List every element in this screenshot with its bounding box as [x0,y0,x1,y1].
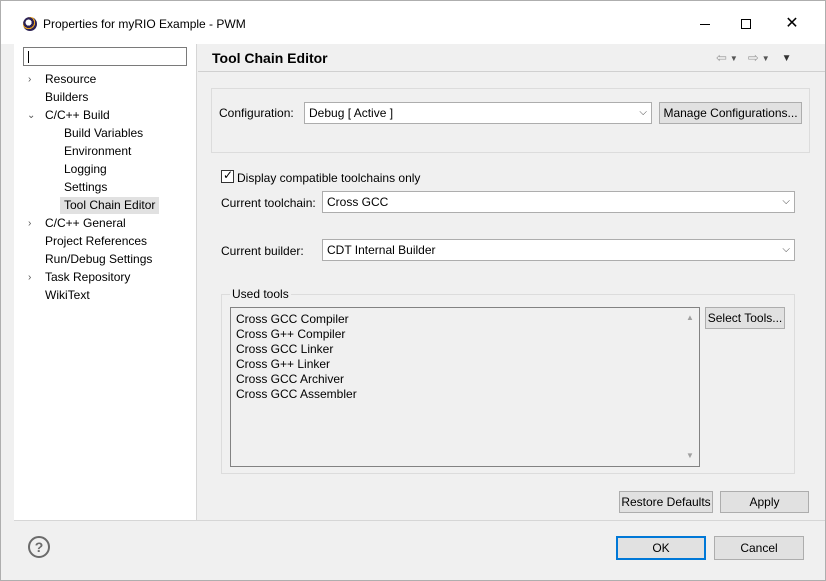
manage-configurations-button[interactable]: Manage Configurations... [659,102,802,124]
compatible-toolchains-label[interactable]: Display compatible toolchains only [237,171,420,185]
minimize-icon [700,23,710,25]
collapse-arrow-icon[interactable]: ⌄ [27,107,35,124]
tree-item-environment[interactable]: Environment [64,143,131,160]
window-title: Properties for myRIO Example - PWM [43,17,246,31]
current-builder-label: Current builder: [221,244,304,258]
used-tools-group: Used tools Cross GCC Compiler Cross G++ … [221,287,795,474]
chevron-down-icon: ⌵ [639,107,647,118]
checkmark-icon: ✓ [223,168,234,182]
configuration-group: Configuration: Debug [ Active ] ⌵ Manage… [211,88,810,153]
list-item[interactable]: Cross G++ Linker [236,357,330,372]
back-arrow-icon[interactable]: ⇦ [716,50,727,66]
minimize-button[interactable] [682,9,728,39]
forward-arrow-icon[interactable]: ⇨ [748,50,759,66]
back-dropdown-icon[interactable]: ▼ [730,54,738,63]
page-title: Tool Chain Editor [212,50,328,66]
page-navigation: ⇦ ▼ ⇨ ▼ ▼ [716,50,792,66]
list-item[interactable]: Cross GCC Archiver [236,372,344,387]
maximize-icon [741,19,751,29]
property-page-tree-panel: › Resource Builders ⌄ C/C++ Build Build … [14,44,197,520]
title-separator [198,71,825,72]
text-caret [28,51,29,63]
maximize-button[interactable] [723,9,769,39]
used-tools-list[interactable]: Cross GCC Compiler Cross G++ Compiler Cr… [230,307,700,467]
properties-dialog: Properties for myRIO Example - PWM ✕ › R… [0,0,826,581]
chevron-down-icon: ⌵ [782,196,790,207]
ok-button[interactable]: OK [616,536,706,560]
tree-item-tool-chain-editor[interactable]: Tool Chain Editor [60,197,160,214]
footer-separator [14,520,825,521]
list-item[interactable]: Cross GCC Compiler [236,312,349,327]
tree-item-resource[interactable]: Resource [45,71,96,88]
configuration-value: Debug [ Active ] [309,106,394,120]
scroll-up-icon[interactable]: ▲ [686,313,694,322]
current-builder-value: CDT Internal Builder [327,243,436,257]
tree-item-project-references[interactable]: Project References [45,233,147,250]
tree-item-logging[interactable]: Logging [64,161,107,178]
list-item[interactable]: Cross GCC Assembler [236,387,357,402]
current-toolchain-label: Current toolchain: [221,196,316,210]
eclipse-icon [23,17,37,31]
tree-item-wikitext[interactable]: WikiText [45,287,90,304]
expand-arrow-icon[interactable]: › [28,71,31,88]
tree-item-c-cpp-build[interactable]: C/C++ Build [45,107,110,124]
expand-arrow-icon[interactable]: › [28,269,31,286]
configuration-label: Configuration: [219,106,294,120]
help-icon[interactable]: ? [28,536,50,558]
tool-chain-editor-page: Tool Chain Editor ⇦ ▼ ⇨ ▼ ▼ Configuratio… [198,44,825,520]
cancel-button[interactable]: Cancel [714,536,804,560]
close-button[interactable]: ✕ [769,9,815,39]
tree-item-task-repository[interactable]: Task Repository [45,269,130,286]
list-item[interactable]: Cross G++ Compiler [236,327,345,342]
scroll-down-icon[interactable]: ▼ [686,451,694,460]
tree-item-run-debug-settings[interactable]: Run/Debug Settings [45,251,152,268]
used-tools-legend: Used tools [230,287,291,301]
vertical-scrollbar[interactable]: ▲ ▼ [682,308,699,466]
expand-arrow-icon[interactable]: › [28,215,31,232]
current-toolchain-select[interactable]: Cross GCC ⌵ [322,191,795,213]
title-bar: Properties for myRIO Example - PWM ✕ [1,1,825,44]
restore-defaults-button[interactable]: Restore Defaults [619,491,713,513]
tree-item-build-variables[interactable]: Build Variables [64,125,143,142]
configuration-select[interactable]: Debug [ Active ] ⌵ [304,102,652,124]
compatible-toolchains-checkbox[interactable]: ✓ [221,168,234,183]
tree-item-settings[interactable]: Settings [64,179,107,196]
current-builder-select[interactable]: CDT Internal Builder ⌵ [322,239,795,261]
tree-item-builders[interactable]: Builders [45,89,88,106]
list-item[interactable]: Cross GCC Linker [236,342,333,357]
forward-dropdown-icon[interactable]: ▼ [762,54,770,63]
filter-input[interactable] [23,47,187,66]
current-toolchain-value: Cross GCC [327,195,389,209]
tree-item-c-cpp-general[interactable]: C/C++ General [45,215,126,232]
close-icon: ✕ [785,15,799,32]
apply-button[interactable]: Apply [720,491,809,513]
view-menu-icon[interactable]: ▼ [782,53,792,64]
select-tools-button[interactable]: Select Tools... [705,307,785,329]
chevron-down-icon: ⌵ [782,244,790,255]
